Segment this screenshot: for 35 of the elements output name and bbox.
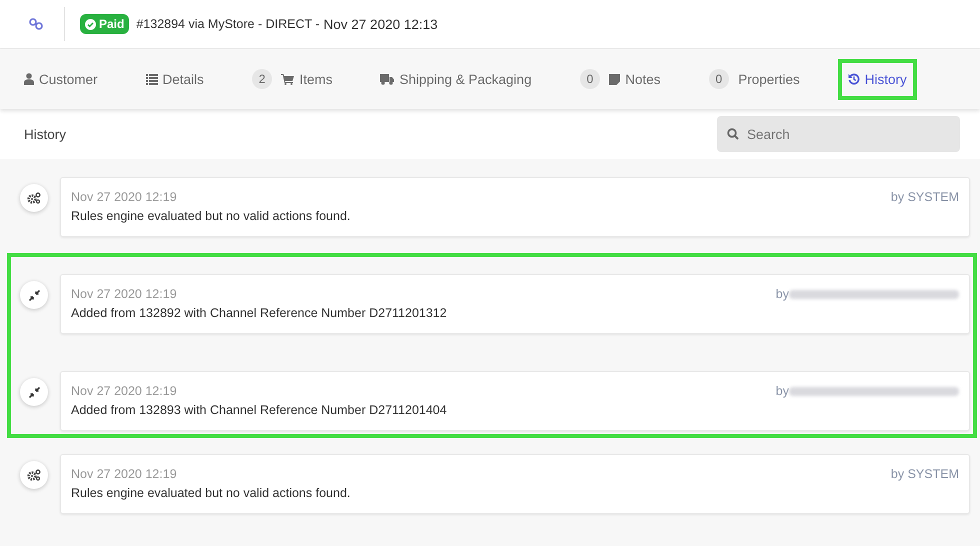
arrows-in-icon [20, 281, 48, 309]
entry-message: Added from 132892 with Channel Reference Number D2711201312 [71, 306, 448, 320]
entry-message: Added from 132893 with Channel Reference Number D2711201404 [71, 403, 448, 417]
entry-time: Nov 27 2020 12:19 [71, 467, 178, 481]
entry-message: Rules engine evaluated but no valid actions found. [71, 209, 352, 223]
tab[interactable]: Customer [14, 58, 108, 100]
entry-author: by [776, 384, 789, 398]
order-date: Nov 27 2020 12:13 [324, 16, 438, 32]
cart-icon [281, 74, 294, 84]
note-icon [609, 74, 620, 84]
entry-time: Nov 27 2020 12:19 [71, 384, 178, 398]
gears-icon [20, 461, 48, 489]
entry-author: by SYSTEM [890, 190, 959, 204]
person-icon [24, 73, 34, 85]
arrows-in-icon [20, 378, 48, 406]
status-badge: Paid [80, 14, 130, 34]
search-field[interactable]: Search [717, 116, 960, 152]
tab[interactable]: Details [136, 58, 214, 100]
entry-author: by SYSTEM [890, 467, 959, 481]
truck-icon [380, 74, 394, 84]
tab[interactable]: Shipping & Packaging [370, 58, 542, 100]
tab[interactable]: History [838, 58, 917, 100]
entry-message: Rules engine evaluated but no valid actions found. [71, 486, 352, 500]
section-title: History [24, 126, 66, 142]
tab[interactable]: 0 Notes [570, 56, 671, 102]
history-icon [848, 73, 860, 85]
gears-icon [20, 184, 48, 212]
tab[interactable]: 0 Properties [698, 56, 810, 102]
entry-time: Nov 27 2020 12:19 [71, 287, 178, 301]
tab[interactable]: 2 Items [242, 56, 342, 102]
entry-author: by [776, 287, 789, 301]
order-reference: #132894 via MyStore - DIRECT - [136, 17, 320, 31]
entry-time: Nov 27 2020 12:19 [71, 190, 178, 204]
list-icon [146, 74, 158, 84]
link-icon[interactable] [29, 18, 43, 30]
